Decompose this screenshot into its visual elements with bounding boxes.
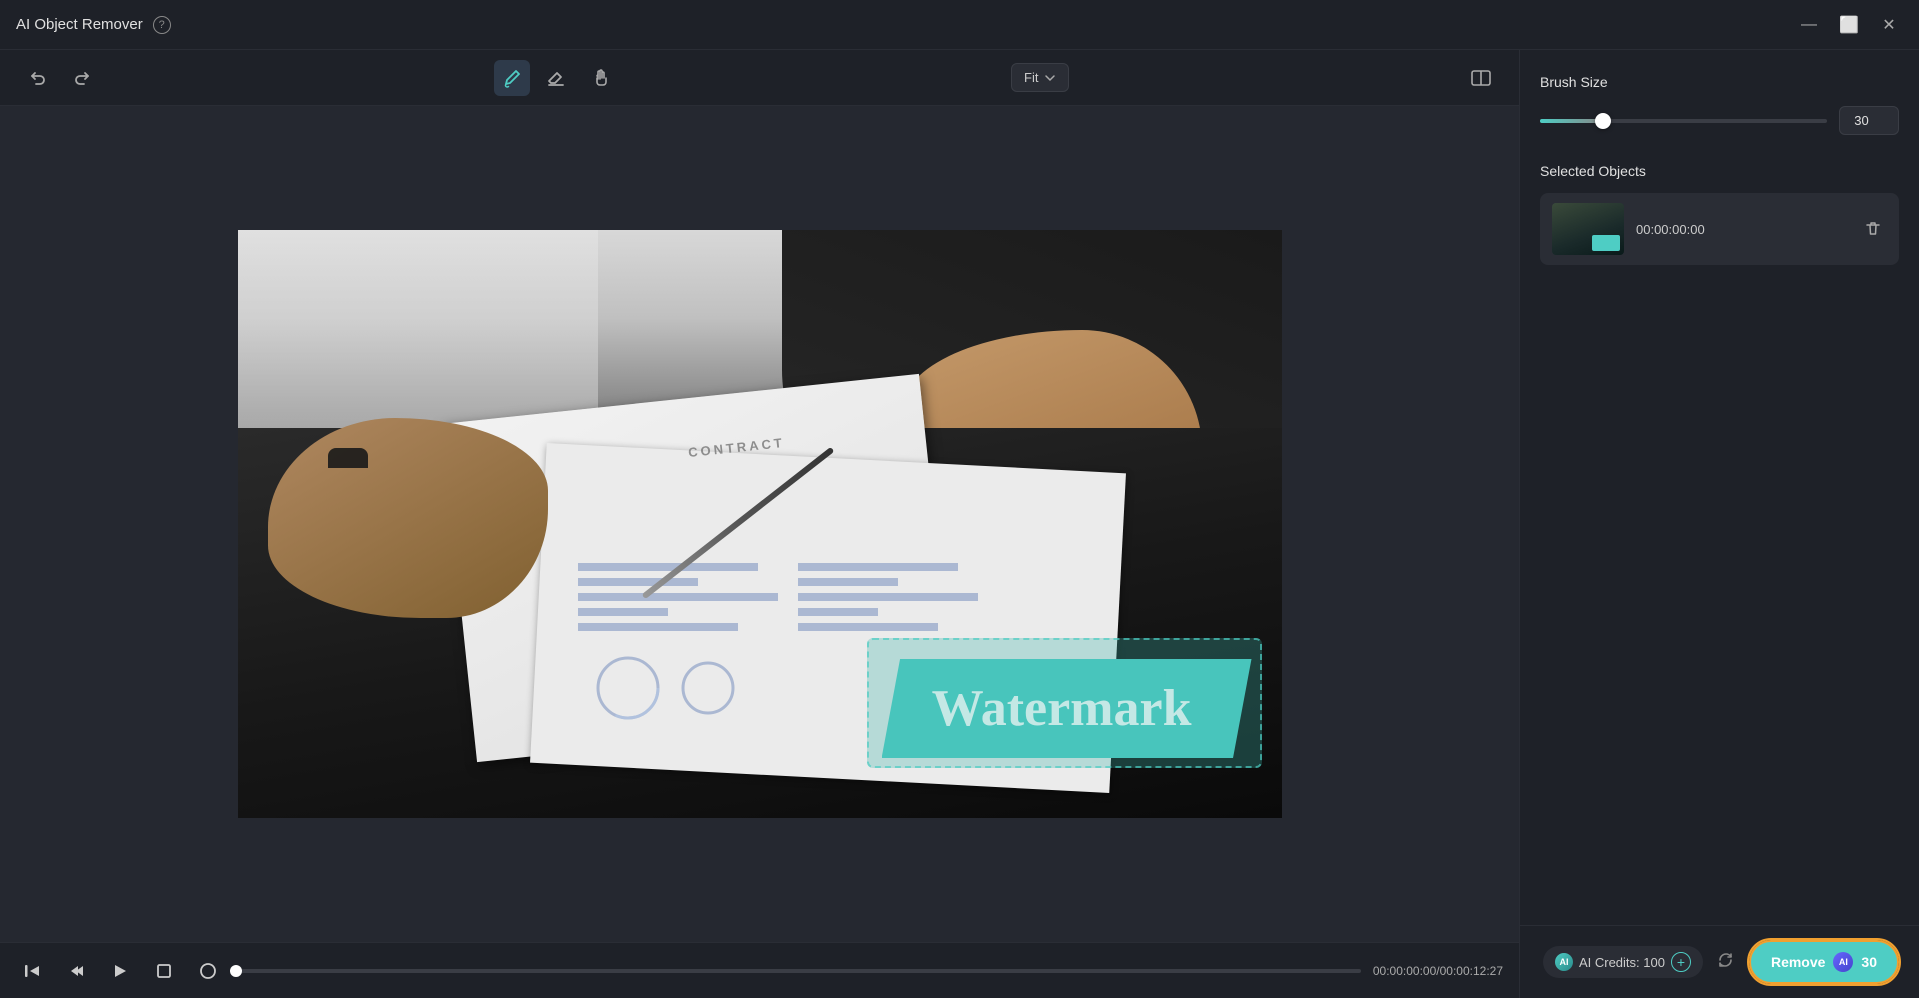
compare-button[interactable] xyxy=(1463,60,1499,96)
play-button[interactable] xyxy=(104,955,136,987)
slider-thumb xyxy=(1595,113,1611,129)
eraser-tool-button[interactable] xyxy=(538,60,574,96)
ai-credits-badge: AI AI Credits: 100 + xyxy=(1543,946,1703,978)
redo-button[interactable] xyxy=(64,60,100,96)
brush-size-input[interactable] xyxy=(1839,106,1899,135)
remove-label: Remove xyxy=(1771,954,1825,970)
toolbar: Fit xyxy=(0,50,1519,106)
loop-button[interactable] xyxy=(192,955,224,987)
main-layout: Fit xyxy=(0,50,1919,998)
maximize-button[interactable]: ⬜ xyxy=(1835,11,1863,39)
fit-label: Fit xyxy=(1024,70,1038,85)
undo-button[interactable] xyxy=(20,60,56,96)
title-bar-left: AI Object Remover ? xyxy=(16,16,171,34)
fit-dropdown[interactable]: Fit xyxy=(1011,63,1069,92)
object-delete-button[interactable] xyxy=(1859,215,1887,243)
ai-credits-label: AI Credits: 100 xyxy=(1579,955,1665,970)
frame-back-button[interactable] xyxy=(60,955,92,987)
brush-size-row xyxy=(1540,106,1899,135)
time-display: 00:00:00:00/00:00:12:27 xyxy=(1373,964,1503,978)
refresh-button[interactable] xyxy=(1717,951,1735,974)
remove-button[interactable]: Remove AI 30 xyxy=(1749,940,1899,984)
selected-object-item: 00:00:00:00 xyxy=(1540,193,1899,265)
help-button[interactable]: ? xyxy=(153,16,171,34)
slider-fill xyxy=(1540,119,1603,123)
window-controls: — ⬜ ✕ xyxy=(1795,11,1903,39)
ai-icon: AI xyxy=(1555,953,1573,971)
editor-area: Fit xyxy=(0,50,1519,998)
brush-size-slider[interactable] xyxy=(1540,119,1827,123)
object-thumb-teal xyxy=(1592,235,1620,251)
video-frame: CONTRACT Watermark xyxy=(238,230,1282,818)
progress-thumb xyxy=(230,965,242,977)
minimize-button[interactable]: — xyxy=(1795,11,1823,39)
object-thumbnail xyxy=(1552,203,1624,255)
right-panel: Brush Size Selected Objects 00:00:00:00 xyxy=(1519,50,1919,998)
video-content: CONTRACT Watermark xyxy=(238,230,1282,818)
remove-ai-icon: AI xyxy=(1833,952,1853,972)
stop-button[interactable] xyxy=(148,955,180,987)
hand-tool-button[interactable] xyxy=(582,60,618,96)
brush-size-title: Brush Size xyxy=(1540,74,1899,90)
progress-bar[interactable] xyxy=(236,969,1361,973)
remove-credits: 30 xyxy=(1861,954,1877,970)
right-panel-content: Brush Size Selected Objects 00:00:00:00 xyxy=(1520,50,1919,925)
brush-tool-button[interactable] xyxy=(494,60,530,96)
playback-bar: 00:00:00:00/00:00:12:27 xyxy=(0,942,1519,998)
step-back-button[interactable] xyxy=(16,955,48,987)
canvas-area: CONTRACT Watermark xyxy=(0,106,1519,942)
selected-objects-title: Selected Objects xyxy=(1540,163,1899,179)
app-title: AI Object Remover xyxy=(16,16,143,33)
close-button[interactable]: ✕ xyxy=(1875,11,1903,39)
object-timestamp: 00:00:00:00 xyxy=(1636,222,1847,237)
right-panel-footer: AI AI Credits: 100 + Remove AI 30 xyxy=(1520,925,1919,998)
credits-add-button[interactable]: + xyxy=(1671,952,1691,972)
title-bar: AI Object Remover ? — ⬜ ✕ xyxy=(0,0,1919,50)
